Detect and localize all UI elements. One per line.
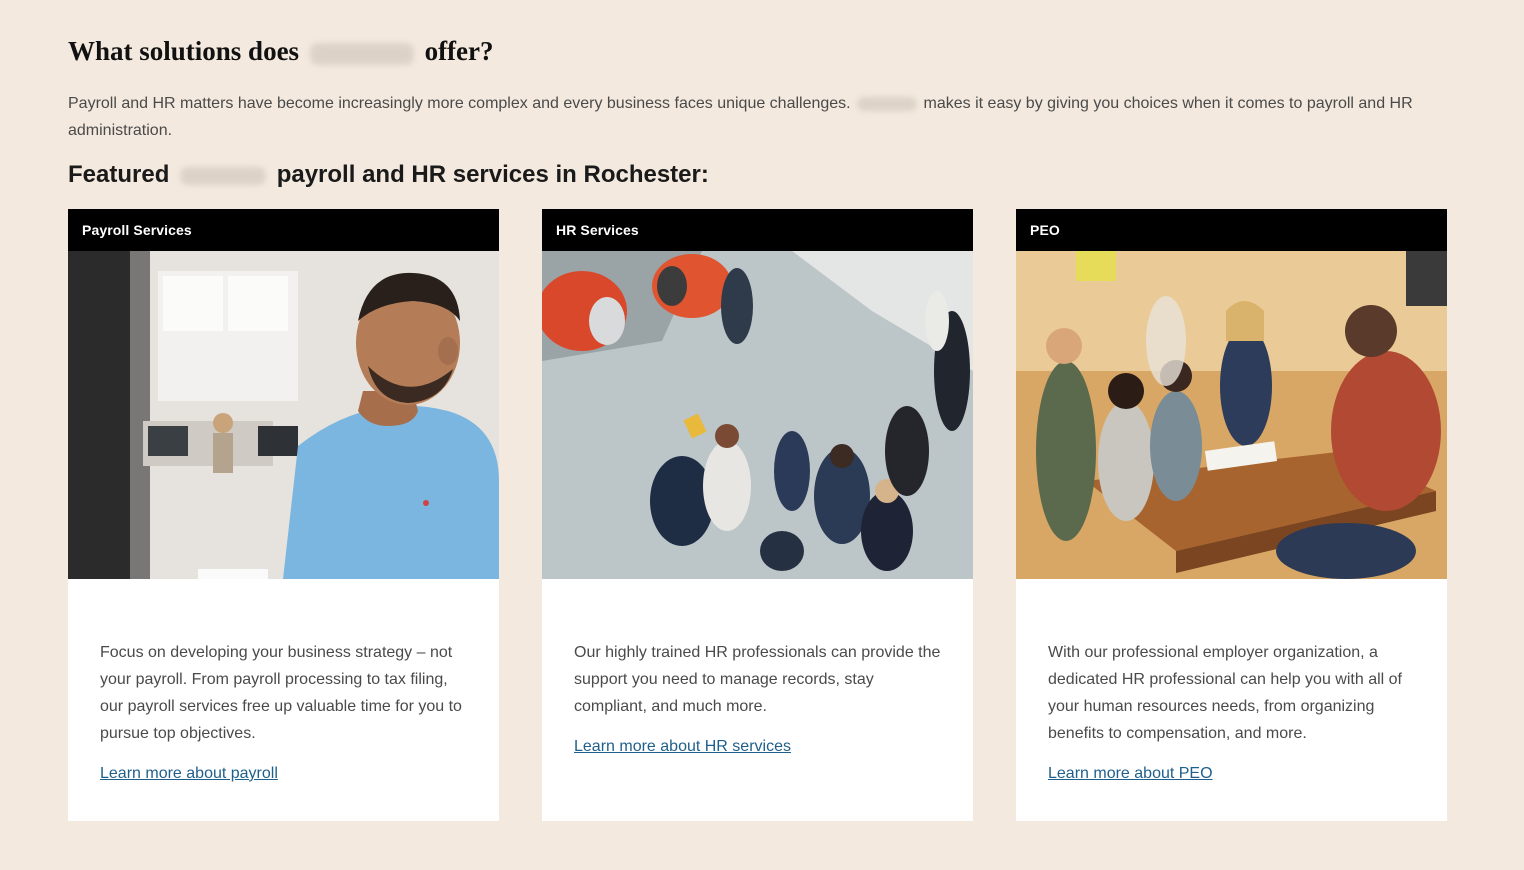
title-text-end: offer? xyxy=(424,36,494,66)
card-description: With our professional employer organizat… xyxy=(1048,644,1402,742)
intro-text-start: Payroll and HR matters have become incre… xyxy=(68,95,851,112)
card-title: Payroll Services xyxy=(68,209,499,251)
learn-more-hr-link[interactable]: Learn more about HR services xyxy=(574,738,791,756)
redacted-brand-name xyxy=(180,166,267,185)
peo-photo xyxy=(1016,251,1447,579)
hr-photo xyxy=(542,251,973,579)
redacted-brand-name xyxy=(857,96,918,111)
payroll-photo xyxy=(68,251,499,579)
page-title: What solutions does offer? xyxy=(68,36,494,67)
card-title: HR Services xyxy=(542,209,973,251)
title-text-start: What solutions does xyxy=(68,36,300,66)
learn-more-peo-link[interactable]: Learn more about PEO xyxy=(1048,765,1213,783)
peo-photo-illustration xyxy=(1016,251,1447,579)
subheading-text-start: Featured xyxy=(68,161,170,188)
featured-services-heading: Featured payroll and HR services in Roch… xyxy=(68,161,709,189)
subheading-text-end: payroll and HR services in Rochester: xyxy=(276,161,709,188)
card-body: With our professional employer organizat… xyxy=(1048,639,1418,783)
payroll-services-card: Payroll Services Focus on developing you… xyxy=(68,209,499,821)
card-title: PEO xyxy=(1016,209,1447,251)
peo-card: PEO With our professional employer organ… xyxy=(1016,209,1447,821)
hr-photo-illustration xyxy=(542,251,973,579)
card-description: Focus on developing your business strate… xyxy=(100,644,462,742)
intro-paragraph: Payroll and HR matters have become incre… xyxy=(68,90,1453,144)
card-body: Focus on developing your business strate… xyxy=(100,639,470,783)
card-description: Our highly trained HR professionals can … xyxy=(574,644,941,715)
redacted-brand-name xyxy=(309,42,414,65)
card-body: Our highly trained HR professionals can … xyxy=(574,639,944,756)
hr-services-card: HR Services Our highly trained HR profes… xyxy=(542,209,973,821)
payroll-photo-illustration xyxy=(68,251,499,579)
learn-more-payroll-link[interactable]: Learn more about payroll xyxy=(100,765,278,783)
